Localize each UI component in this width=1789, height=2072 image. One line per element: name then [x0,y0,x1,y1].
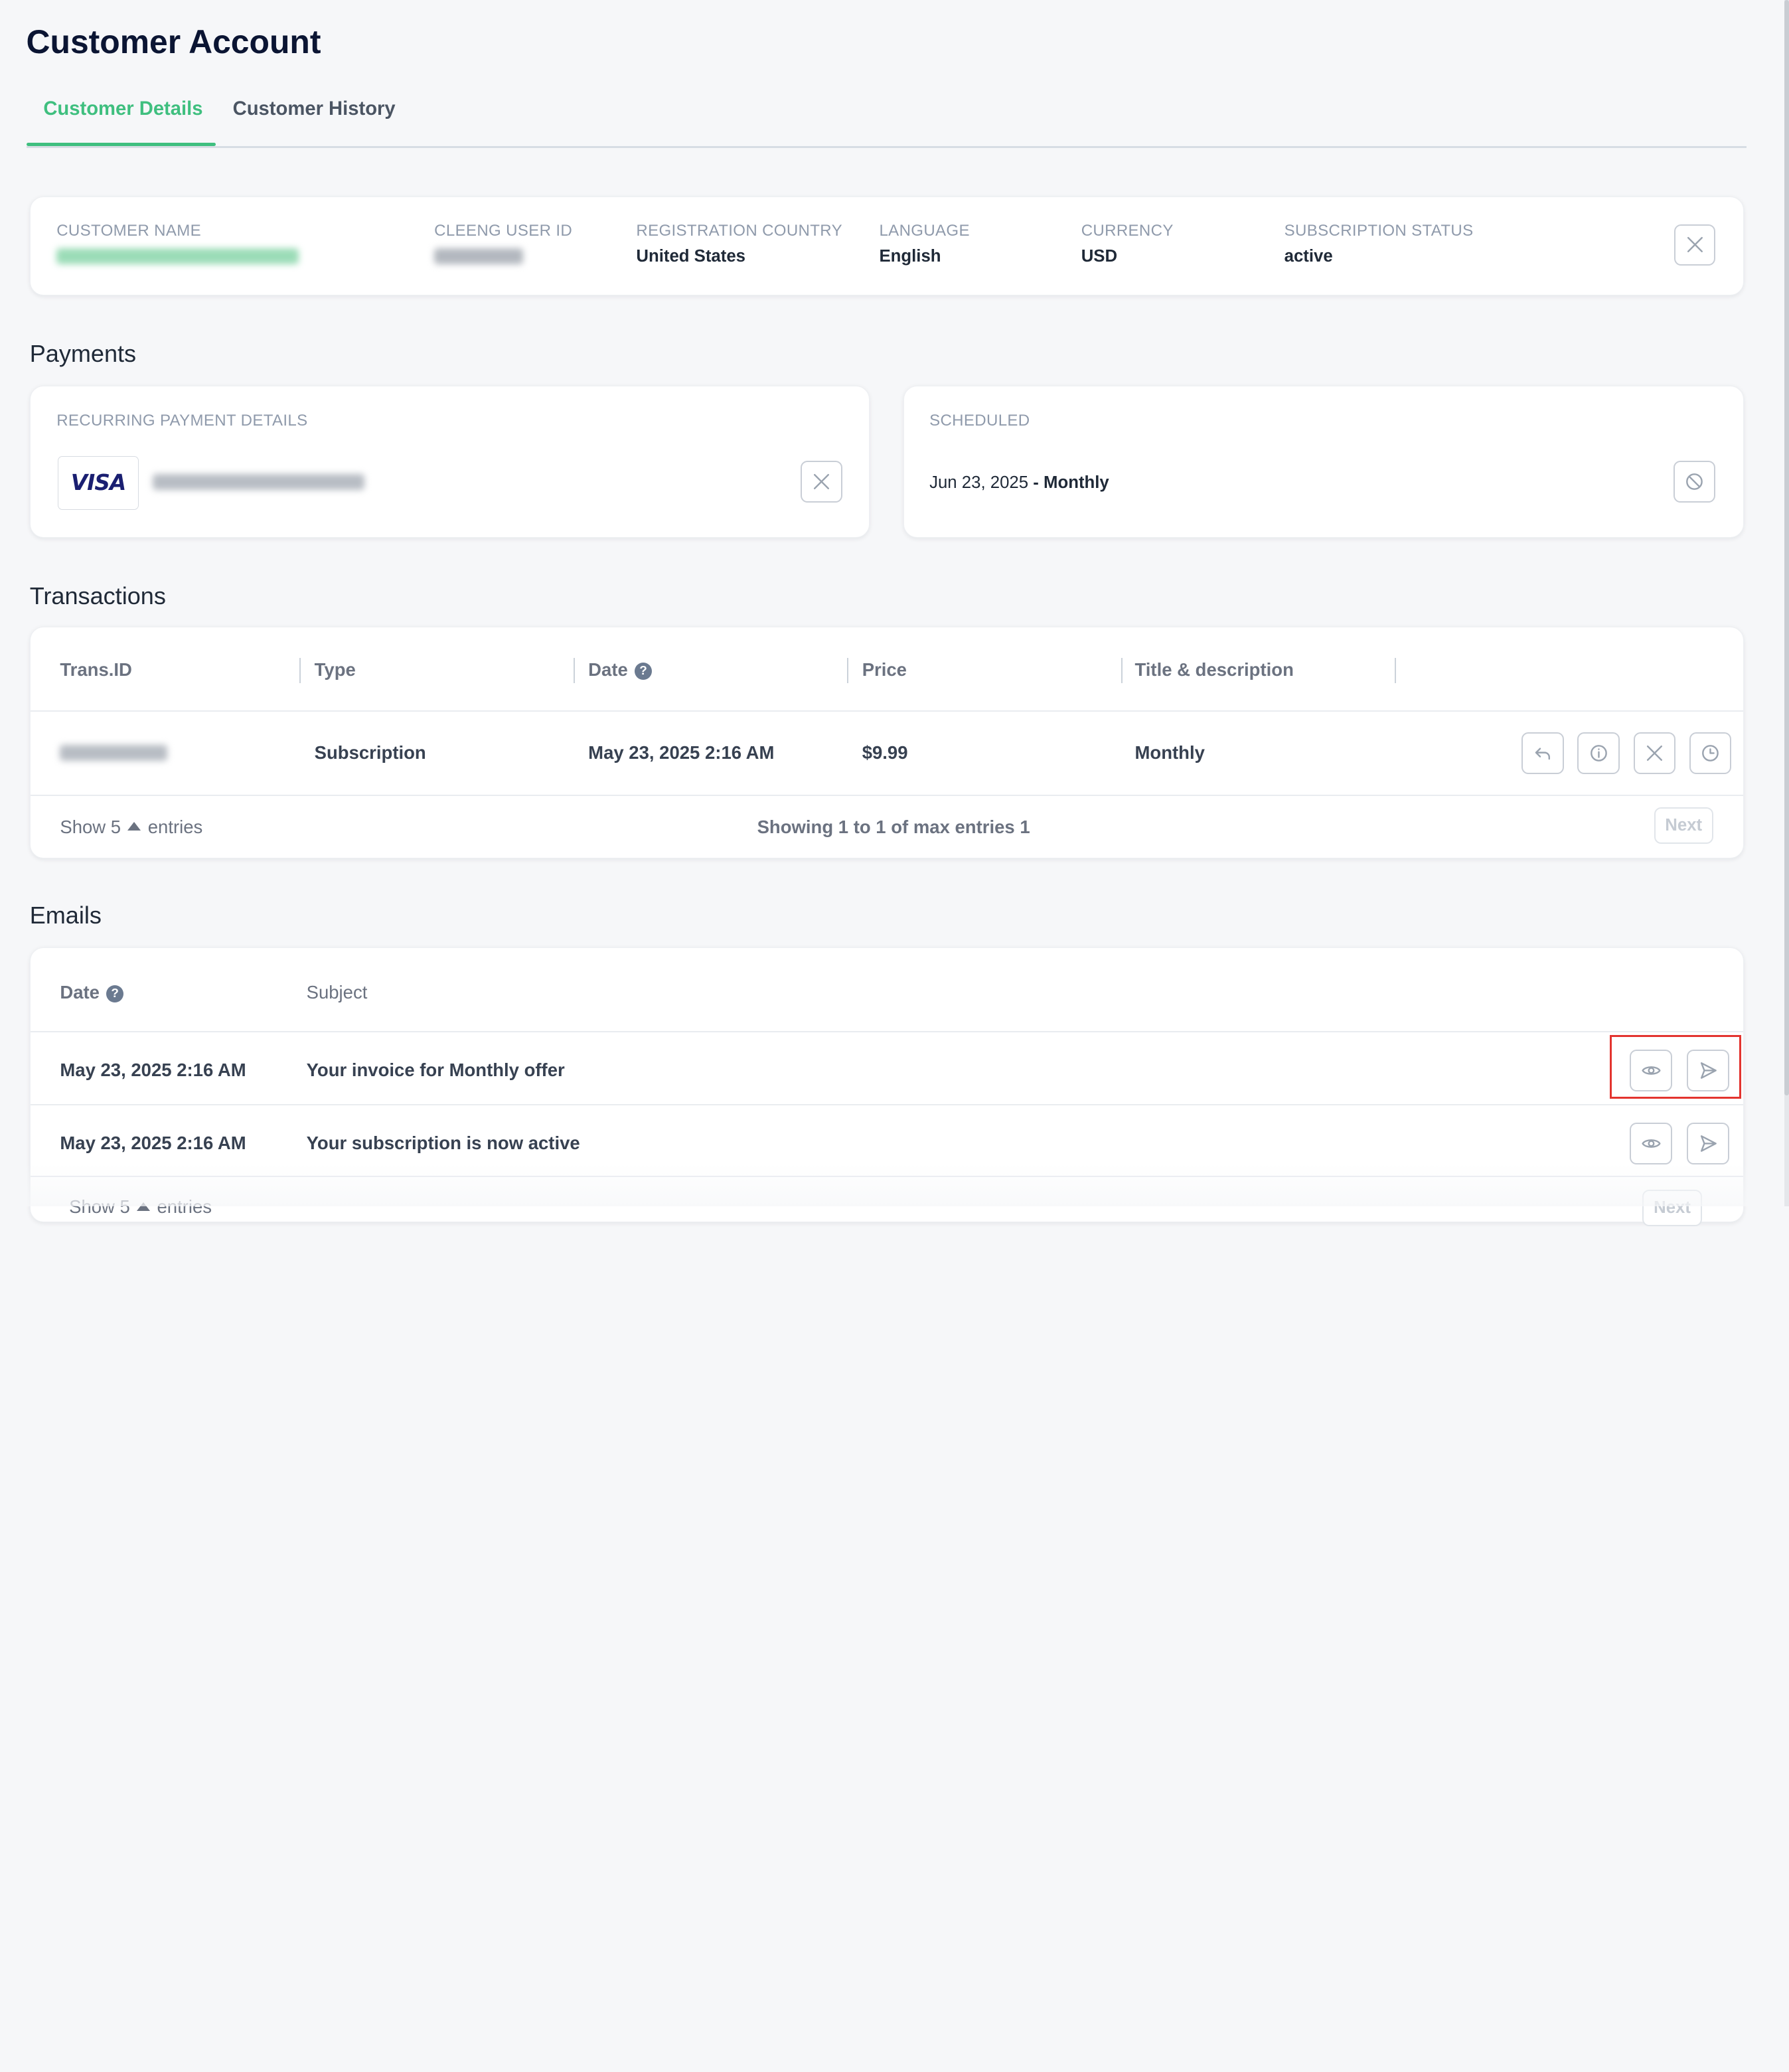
payments-section-title: Payments [29,340,137,368]
column-header-date: Date? [588,659,652,680]
column-header-trans-id: Trans.ID [60,659,132,680]
emails-table: Date? Subject May 23, 2025 2:16 AM Your … [29,947,1744,1226]
footer-divider [30,795,1743,796]
transaction-title: Monthly [1134,742,1205,763]
email-date: May 23, 2025 2:16 AM [60,1133,246,1154]
column-divider [1395,658,1397,683]
close-icon [1687,237,1703,253]
action-highlight-box [1610,1034,1741,1099]
row-divider [30,1104,1743,1105]
column-divider [299,658,301,683]
scrollbar-thumb[interactable] [1784,0,1789,1096]
customer-name-value-redacted [56,248,299,265]
help-icon[interactable]: ? [106,985,124,1003]
email-date-header-label: Date [60,982,100,1003]
currency-value: USD [1081,247,1118,266]
subscription-status-label: SUBSCRIPTION STATUS [1284,222,1474,240]
email-subject: Your subscription is now active [306,1133,580,1154]
recurring-payment-card: RECURRING PAYMENT DETAILS VISA [29,385,870,538]
registration-country-label: REGISTRATION COUNTRY [636,222,842,240]
scheduled-payment-card: SCHEDULED Jun 23, 2025 - Monthly [903,385,1744,538]
customer-account-page: Customer Account Customer Details Custom… [0,0,1789,2072]
header-divider [30,1031,1743,1032]
entries-label: entries [147,816,203,837]
recurring-payment-label: RECURRING PAYMENT DETAILS [56,411,308,430]
show-count: Show 5 [60,816,121,837]
language-label: LANGUAGE [879,222,970,240]
block-icon [1686,473,1703,490]
transactions-table: Trans.ID Type Date? Price Title & descri… [29,626,1744,858]
page-size-selector[interactable]: Show 5 entries [60,817,202,838]
caret-up-icon [137,1202,151,1211]
visa-card-logo: VISA [57,455,139,510]
scheduled-date: Jun 23, 2025 [929,473,1029,492]
language-value: English [879,247,941,266]
scheduled-period: Monthly [1044,473,1109,492]
transaction-info-button[interactable] [1577,732,1620,775]
tab-customer-details[interactable]: Customer Details [43,98,202,120]
subscription-status-value: active [1284,247,1333,266]
transaction-price: $9.99 [862,742,908,763]
currency-label: CURRENCY [1081,222,1174,240]
clock-icon [1702,745,1719,761]
page-title: Customer Account [26,23,321,61]
scheduled-separator: - [1028,473,1044,492]
column-divider [573,658,575,683]
date-header-label: Date [588,659,628,680]
view-email-button[interactable] [1630,1122,1673,1165]
column-divider [1121,658,1123,683]
header-divider [30,710,1743,712]
column-header-price: Price [862,659,907,680]
page-size-selector[interactable]: Show 5 entries [69,1196,212,1218]
entries-label: entries [157,1196,212,1218]
refund-button[interactable] [1521,732,1564,775]
trans-id-redacted [60,744,167,761]
registration-country-value: United States [636,247,746,266]
column-header-subject: Subject [306,982,368,1003]
caret-up-icon [127,822,141,831]
resend-email-button[interactable] [1687,1122,1729,1165]
cancel-scheduled-button[interactable] [1673,460,1716,503]
close-icon [814,473,830,489]
scheduled-info: Jun 23, 2025 - Monthly [929,473,1109,493]
column-header-title-description: Title & description [1134,659,1294,680]
next-page-button[interactable]: Next [1642,1189,1702,1226]
footer-divider [30,1176,1743,1178]
info-icon [1590,745,1607,761]
transactions-section-title: Transactions [29,582,166,609]
user-id-label: CLEENG USER ID [434,222,573,240]
emails-section-title: Emails [29,901,102,929]
pagination-summary: Showing 1 to 1 of max entries 1 [757,816,1030,837]
email-date: May 23, 2025 2:16 AM [60,1060,246,1081]
send-icon [1700,1135,1717,1152]
tab-customer-history[interactable]: Customer History [233,98,396,120]
user-id-value-redacted [434,248,524,265]
close-icon [1646,746,1662,761]
tab-bar: Customer Details Customer History [26,92,1747,148]
transaction-date: May 23, 2025 2:16 AM [588,742,775,763]
cancel-transaction-button[interactable] [1633,732,1676,775]
eye-icon [1642,1139,1661,1148]
column-divider [847,658,849,683]
next-page-button[interactable]: Next [1654,807,1713,844]
email-subject: Your invoice for Monthly offer [306,1060,565,1081]
card-details-redacted [152,474,365,491]
active-tab-indicator [26,142,216,146]
help-icon[interactable]: ? [635,663,652,680]
show-count: Show 5 [69,1196,130,1218]
customer-name-label: CUSTOMER NAME [56,222,202,240]
column-header-email-date: Date? [60,982,124,1003]
transaction-history-button[interactable] [1689,732,1732,775]
transaction-type: Subscription [314,742,426,763]
customer-info-card: CUSTOMER NAME CLEENG USER ID REGISTRATIO… [29,196,1744,296]
undo-icon [1535,748,1551,760]
remove-payment-method-button[interactable] [800,460,843,503]
column-header-type: Type [314,659,356,680]
close-customer-button[interactable] [1674,224,1716,266]
scheduled-label: SCHEDULED [929,411,1030,430]
